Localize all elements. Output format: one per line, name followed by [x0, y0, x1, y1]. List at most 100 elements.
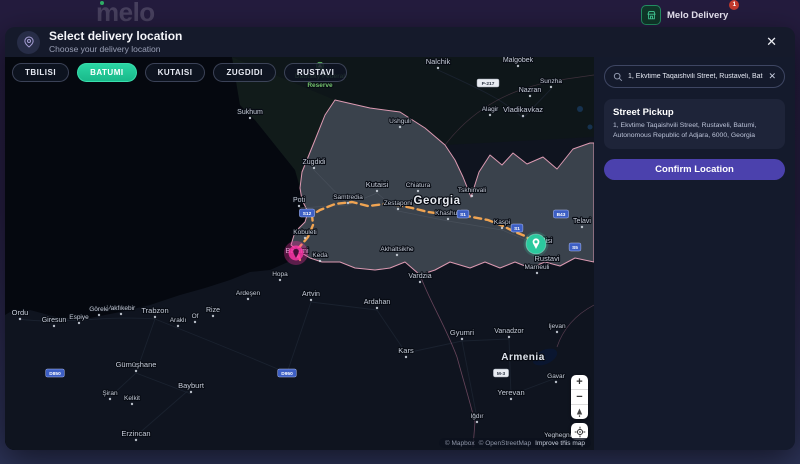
svg-text:Alagir: Alagir [482, 106, 499, 113]
svg-text:Rize: Rize [206, 307, 220, 314]
svg-text:Zestaponi: Zestaponi [384, 200, 413, 207]
svg-text:Samtredia: Samtredia [333, 194, 363, 201]
svg-text:Görele: Görele [89, 306, 109, 313]
svg-text:Kutaisi: Kutaisi [366, 180, 389, 189]
svg-text:Gavar: Gavar [547, 373, 566, 380]
page-subtitle: Choose your delivery location [49, 44, 161, 55]
svg-text:Bayburt: Bayburt [178, 381, 205, 390]
location-panel: 1, Ekvtime Taqaishvili Street, Rustaveli… [594, 57, 795, 450]
melo-logo: melo [96, 0, 155, 28]
svg-text:Vladikavkaz: Vladikavkaz [503, 105, 543, 114]
svg-text:Kaspi: Kaspi [494, 219, 510, 226]
city-chip-kutaisi[interactable]: KUTAISI [144, 63, 206, 82]
svg-text:S5: S5 [572, 245, 578, 251]
pickup-card-title: Street Pickup [613, 107, 674, 118]
svg-text:Telavi: Telavi [573, 218, 591, 225]
svg-text:Sukhum: Sukhum [237, 109, 263, 116]
svg-text:Gümüşhane: Gümüşhane [116, 360, 157, 369]
pickup-card[interactable]: Street Pickup 1, Ekvtime Taqaishvili Str… [604, 99, 785, 150]
svg-text:B43: B43 [557, 212, 566, 218]
svg-text:Gyumri: Gyumri [450, 328, 475, 337]
svg-text:Ordu: Ordu [12, 308, 29, 317]
svg-text:Chiatura: Chiatura [406, 182, 431, 189]
close-icon[interactable]: ✕ [760, 32, 783, 52]
city-chip-zugdidi[interactable]: ZUGDIDI [213, 63, 276, 82]
svg-text:Nazran: Nazran [519, 87, 542, 94]
attribution-improve-link[interactable]: Improve this map [535, 440, 585, 447]
svg-text:Ardahan: Ardahan [364, 299, 391, 306]
city-chip-rustavi[interactable]: RUSTAVI [283, 63, 348, 82]
account-name: Melo Delivery [667, 10, 729, 21]
svg-text:Kelkit: Kelkit [124, 395, 140, 402]
svg-text:D850: D850 [49, 371, 61, 377]
pickup-marker[interactable] [284, 241, 308, 265]
svg-text:Ushguli: Ushguli [389, 118, 411, 125]
svg-text:M-3: M-3 [497, 371, 506, 377]
svg-text:Iğdır: Iğdır [470, 413, 484, 420]
modal-header: Select delivery location Choose your del… [5, 27, 795, 57]
city-chip-tbilisi[interactable]: TBILISI [12, 63, 70, 82]
svg-text:Yerevan: Yerevan [497, 388, 524, 397]
svg-text:Artvin: Artvin [302, 291, 320, 298]
svg-text:Poti: Poti [293, 197, 306, 204]
svg-text:Vakfıkebir: Vakfıkebir [107, 305, 136, 312]
svg-text:Of: Of [192, 313, 199, 320]
lake [587, 124, 593, 130]
map[interactable]: Nalchik Malgobek Sunzha Nazran Alagir Vladika… [5, 57, 594, 450]
search-value[interactable]: 1, Ekvtime Taqaishvili Street, Rustaveli… [628, 73, 763, 80]
city-filter-chips: TBILISI BATUMI KUTAISI ZUGDIDI RUSTAVI [12, 63, 348, 82]
zoom-out-button[interactable]: − [571, 389, 588, 404]
location-pin-icon [17, 30, 40, 54]
page-title: Select delivery location [49, 28, 183, 43]
svg-text:D950: D950 [281, 371, 293, 377]
pickup-card-address: 1, Ekvtime Taqaishvili Street, Rustaveli… [613, 122, 757, 140]
logo-leaf-icon [100, 1, 104, 5]
store-icon [641, 5, 661, 25]
city-chip-batumi[interactable]: BATUMI [77, 63, 137, 82]
logo-text: melo [96, 0, 155, 27]
svg-text:S1: S1 [460, 212, 466, 218]
svg-text:Espiye: Espiye [69, 314, 89, 321]
search-input[interactable]: 1, Ekvtime Taqaishvili Street, Rustaveli… [604, 65, 785, 88]
map-canvas[interactable]: Nalchik Malgobek Sunzha Nazran Alagir Vladika… [5, 57, 594, 450]
modal-body: Nalchik Malgobek Sunzha Nazran Alagir Vladika… [5, 57, 795, 450]
compass-button[interactable] [571, 404, 588, 419]
map-attribution: © Mapbox © OpenStreetMap Improve this ma… [438, 438, 591, 448]
svg-text:Tskhinvali: Tskhinvali [458, 187, 486, 194]
destination-marker[interactable] [523, 231, 549, 257]
svg-text:Erzincan: Erzincan [121, 429, 150, 438]
svg-text:Ijevan: Ijevan [548, 323, 566, 330]
svg-text:Reserve: Reserve [307, 82, 333, 89]
svg-text:S1: S1 [514, 226, 520, 232]
svg-text:Trabzon: Trabzon [141, 306, 168, 315]
svg-text:Vardzia: Vardzia [408, 273, 431, 280]
svg-text:Georgia: Georgia [414, 195, 461, 207]
confirm-location-button[interactable]: Confirm Location [604, 159, 785, 181]
svg-text:Nalchik: Nalchik [426, 57, 451, 66]
svg-text:Vanadzor: Vanadzor [494, 328, 524, 335]
svg-text:Zugdidi: Zugdidi [303, 159, 326, 166]
notification-badge: 1 [729, 0, 740, 10]
clear-search-icon[interactable]: ✕ [768, 72, 776, 81]
svg-text:P-217: P-217 [482, 81, 495, 87]
svg-text:Ardeşen: Ardeşen [236, 290, 261, 297]
svg-text:Kars: Kars [398, 346, 414, 355]
svg-text:Araklı: Araklı [170, 317, 187, 324]
zoom-in-button[interactable]: + [571, 375, 588, 389]
svg-text:Giresun: Giresun [42, 317, 67, 324]
topbar: melo Melo Delivery 1 Business Account [0, 0, 800, 35]
svg-text:Hopa: Hopa [272, 271, 288, 278]
attribution-osm[interactable]: © OpenStreetMap [479, 440, 531, 447]
delivery-location-modal: Select delivery location Choose your del… [5, 27, 795, 450]
lake [577, 106, 583, 112]
svg-text:Malgobek: Malgobek [503, 57, 534, 64]
search-icon [613, 72, 623, 81]
svg-text:Sunzha: Sunzha [540, 78, 562, 85]
attribution-mapbox[interactable]: © Mapbox [445, 440, 475, 447]
svg-text:Şiran: Şiran [102, 390, 118, 397]
modal-heading: Select delivery location Choose your del… [49, 28, 183, 55]
svg-text:Kobuleti: Kobuleti [293, 229, 317, 236]
svg-text:S12: S12 [303, 211, 312, 217]
svg-text:Keda: Keda [312, 252, 328, 259]
svg-text:Akhaltsikhe: Akhaltsikhe [380, 246, 414, 253]
